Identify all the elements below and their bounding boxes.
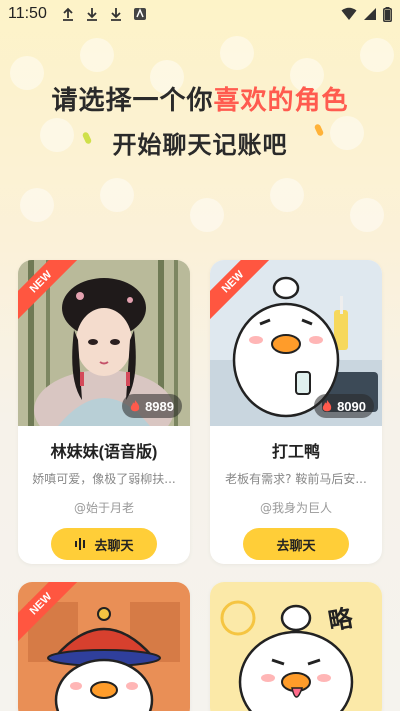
character-avatar-emperor[interactable]: NEW	[18, 582, 190, 711]
character-avatar-duck[interactable]: NEW 8090	[210, 260, 382, 426]
character-card[interactable]: NEW 8090 打工鸭 老板有需求? 鞍前马后安... @我身为巨人 去聊天	[210, 260, 382, 564]
character-card[interactable]: NEW 8989 林妹妹(语音版) 娇嗔可爱，像极了弱柳扶... @始于月老 去…	[18, 260, 190, 564]
go-chat-label: 去聊天	[94, 537, 134, 553]
status-time: 11:50	[8, 5, 47, 22]
count-value: 8989	[145, 398, 174, 414]
download-icon	[86, 8, 97, 21]
character-name: 打工鸭	[271, 444, 320, 461]
cheeky-duck-image	[210, 582, 382, 711]
status-bar: 11:50	[0, 0, 400, 28]
character-card[interactable]: 略	[210, 582, 382, 711]
battery-icon	[383, 6, 392, 22]
character-description: 老板有需求? 鞍前马后安...	[225, 472, 367, 486]
headline-accent: 喜欢的角色	[213, 85, 349, 115]
notification-app-icon	[133, 8, 146, 20]
page-headline: 请选择一个你喜欢的角色 开始聊天记账吧	[0, 80, 400, 160]
flame-icon	[130, 400, 140, 412]
go-chat-button[interactable]: 去聊天	[243, 528, 349, 560]
signal-icon	[364, 8, 376, 20]
go-chat-button[interactable]: 去聊天	[51, 528, 157, 560]
voice-wave-icon	[75, 538, 86, 550]
character-name: 林妹妹(语音版)	[50, 444, 158, 461]
popularity-count: 8989	[122, 394, 182, 418]
character-card[interactable]: NEW	[18, 582, 190, 711]
character-avatar-lin[interactable]: NEW 8989	[18, 260, 190, 426]
character-avatar-cheeky[interactable]: 略	[210, 582, 382, 711]
headline-line1: 请选择一个你喜欢的角色	[0, 80, 400, 117]
headline-line2: 开始聊天记账吧	[112, 132, 288, 159]
go-chat-label: 去聊天	[276, 537, 316, 553]
character-description: 娇嗔可爱，像极了弱柳扶...	[32, 472, 176, 486]
wifi-icon	[341, 7, 357, 20]
upload-icon	[62, 7, 73, 21]
headline-prefix: 请选择一个你	[51, 85, 214, 115]
popularity-count: 8090	[314, 394, 374, 418]
character-author: @始于月老	[73, 501, 134, 515]
count-value: 8090	[337, 398, 366, 414]
flame-icon	[322, 400, 332, 412]
character-author: @我身为巨人	[259, 501, 332, 515]
download-icon	[110, 8, 121, 21]
